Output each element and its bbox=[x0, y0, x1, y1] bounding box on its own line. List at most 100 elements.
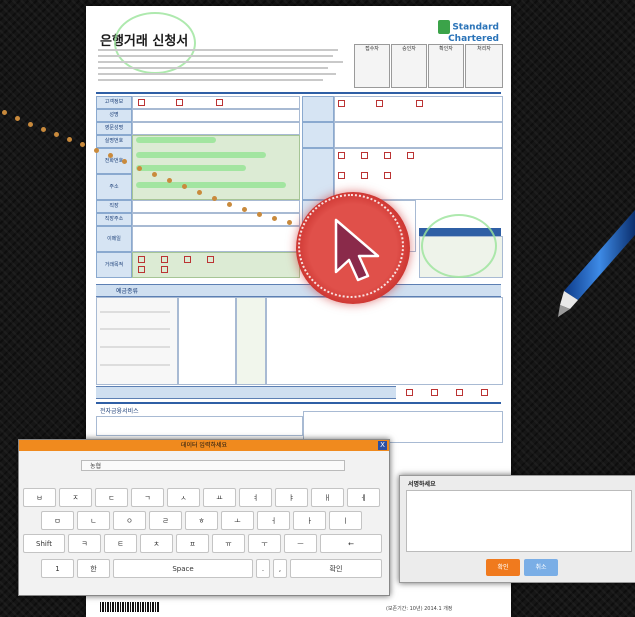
signature-cancel-button[interactable]: 취소 bbox=[524, 559, 558, 576]
key[interactable]: ㅛ bbox=[203, 488, 236, 507]
checkbox[interactable] bbox=[456, 389, 463, 396]
field-right-2[interactable] bbox=[334, 122, 503, 148]
keyboard-titlebar: 데이터 입력하세요 bbox=[19, 440, 389, 451]
row-divider bbox=[100, 328, 170, 330]
checkbox[interactable] bbox=[338, 152, 345, 159]
key[interactable]: ㄷ bbox=[95, 488, 128, 507]
signature-canvas[interactable] bbox=[406, 490, 632, 552]
path-dot bbox=[54, 132, 59, 137]
key[interactable]: ㄴ bbox=[77, 511, 110, 530]
service-row[interactable] bbox=[96, 416, 303, 436]
checkbox[interactable] bbox=[176, 99, 183, 106]
highlight-stroke bbox=[136, 137, 216, 143]
shift-key[interactable]: Shift bbox=[23, 534, 65, 553]
field-work[interactable] bbox=[132, 200, 300, 213]
pen-icon bbox=[558, 210, 635, 317]
checkbox[interactable] bbox=[184, 256, 191, 263]
space-key[interactable]: Space bbox=[113, 559, 253, 578]
checkbox[interactable] bbox=[338, 172, 345, 179]
checkbox[interactable] bbox=[407, 152, 414, 159]
key[interactable]: ㅋ bbox=[68, 534, 101, 553]
checkbox[interactable] bbox=[481, 389, 488, 396]
key[interactable]: ㅐ bbox=[311, 488, 344, 507]
checkbox[interactable] bbox=[216, 99, 223, 106]
deposit-col-account[interactable] bbox=[178, 297, 236, 385]
path-dot bbox=[167, 178, 172, 183]
field-eng-name[interactable] bbox=[132, 122, 300, 135]
path-dot bbox=[242, 207, 247, 212]
checkbox[interactable] bbox=[376, 100, 383, 107]
key[interactable]: ㅎ bbox=[185, 511, 218, 530]
intro-text-line bbox=[98, 73, 336, 75]
checkbox[interactable] bbox=[161, 256, 168, 263]
checkbox[interactable] bbox=[384, 152, 391, 159]
key[interactable]: ㅌ bbox=[104, 534, 137, 553]
approval-box: 확인자 bbox=[428, 44, 464, 88]
number-mode-key[interactable]: 1 bbox=[41, 559, 74, 578]
comma-key[interactable]: , bbox=[273, 559, 287, 578]
path-dot bbox=[212, 196, 217, 201]
label-id-number: 실명번호 bbox=[96, 135, 132, 148]
checkbox[interactable] bbox=[416, 100, 423, 107]
section-rule bbox=[96, 92, 501, 94]
label-right-3 bbox=[302, 148, 334, 200]
confirm-key[interactable]: 확인 bbox=[290, 559, 382, 578]
key[interactable]: ㅜ bbox=[248, 534, 281, 553]
key[interactable]: ㅑ bbox=[275, 488, 308, 507]
checkbox[interactable] bbox=[138, 256, 145, 263]
key[interactable]: ㅣ bbox=[329, 511, 362, 530]
field-name[interactable] bbox=[132, 109, 300, 122]
signature-ok-button[interactable]: 확인 bbox=[486, 559, 520, 576]
deposit-col-check[interactable] bbox=[236, 297, 266, 385]
label-work: 직장 bbox=[96, 200, 132, 213]
backspace-key[interactable]: ← bbox=[320, 534, 382, 553]
key[interactable]: ㅓ bbox=[257, 511, 290, 530]
key[interactable]: ㅔ bbox=[347, 488, 380, 507]
key[interactable]: ㅁ bbox=[41, 511, 74, 530]
key[interactable]: ㅏ bbox=[293, 511, 326, 530]
key[interactable]: ㅊ bbox=[140, 534, 173, 553]
checkbox[interactable] bbox=[431, 389, 438, 396]
checkbox[interactable] bbox=[138, 99, 145, 106]
key[interactable]: ㅕ bbox=[239, 488, 272, 507]
label-right-2 bbox=[302, 122, 334, 148]
path-dot bbox=[137, 166, 142, 171]
form-footer: (보존기간: 10년) 2014.1 개정 bbox=[386, 606, 453, 612]
key[interactable]: ㄹ bbox=[149, 511, 182, 530]
section-rule bbox=[96, 402, 501, 404]
checkbox[interactable] bbox=[138, 266, 145, 273]
field-purpose[interactable] bbox=[132, 252, 300, 278]
intro-text-line bbox=[98, 79, 323, 81]
checkbox[interactable] bbox=[207, 256, 214, 263]
path-dot bbox=[287, 220, 292, 225]
key[interactable]: ㅂ bbox=[23, 488, 56, 507]
checkbox[interactable] bbox=[161, 266, 168, 273]
checkbox[interactable] bbox=[406, 389, 413, 396]
signature-panel: 서명하세요 확인 취소 bbox=[399, 475, 635, 583]
checkbox[interactable] bbox=[384, 172, 391, 179]
key[interactable]: ㅡ bbox=[284, 534, 317, 553]
signature-title: 서명하세요 bbox=[408, 481, 436, 488]
key[interactable]: ㅅ bbox=[167, 488, 200, 507]
key[interactable]: ㅠ bbox=[212, 534, 245, 553]
intro-text-line bbox=[98, 49, 338, 51]
key[interactable]: ㅇ bbox=[113, 511, 146, 530]
key[interactable]: ㅍ bbox=[176, 534, 209, 553]
key[interactable]: ㅗ bbox=[221, 511, 254, 530]
key[interactable]: ㄱ bbox=[131, 488, 164, 507]
keyboard-input-field[interactable]: 농협 bbox=[81, 460, 345, 471]
key[interactable]: ㅈ bbox=[59, 488, 92, 507]
approval-box: 승인자 bbox=[391, 44, 427, 88]
path-dot bbox=[227, 202, 232, 207]
label-email: 이메일 bbox=[96, 226, 132, 252]
checkbox[interactable] bbox=[361, 172, 368, 179]
field-email[interactable] bbox=[132, 226, 300, 252]
close-button[interactable]: X bbox=[378, 441, 387, 450]
deposit-col-options[interactable] bbox=[266, 297, 503, 385]
checkbox[interactable] bbox=[361, 152, 368, 159]
language-toggle-key[interactable]: 한 bbox=[77, 559, 110, 578]
path-dot bbox=[152, 172, 157, 177]
bank-logo: Standard Chartered bbox=[438, 20, 499, 44]
period-key[interactable]: . bbox=[256, 559, 270, 578]
checkbox[interactable] bbox=[338, 100, 345, 107]
